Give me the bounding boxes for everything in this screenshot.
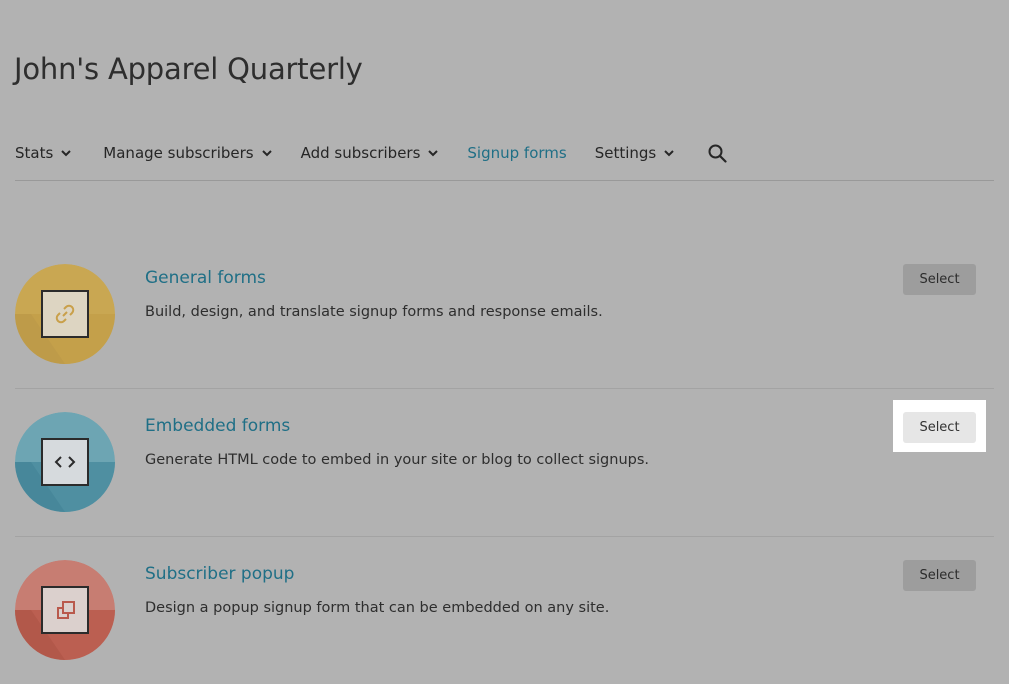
embedded-forms-badge <box>15 412 115 512</box>
nav-stats[interactable]: Stats <box>15 144 72 162</box>
row-divider <box>15 536 994 537</box>
chevron-down-icon <box>428 149 439 157</box>
select-subscriber-popup-button[interactable]: Select <box>903 560 976 591</box>
select-embedded-forms-button[interactable]: Select <box>903 412 976 443</box>
form-option-description: Build, design, and translate signup form… <box>145 304 603 320</box>
select-button-highlight: Select <box>893 400 986 452</box>
link-icon <box>55 304 75 324</box>
form-option-title[interactable]: Embedded forms <box>145 416 290 436</box>
chevron-down-icon <box>664 149 674 157</box>
chevron-down-icon <box>61 149 72 157</box>
code-icon <box>54 454 76 470</box>
nav-manage-subscribers-label: Manage subscribers <box>103 144 254 162</box>
chevron-down-icon <box>261 149 272 157</box>
form-option-title[interactable]: General forms <box>145 268 266 288</box>
nav-settings-label: Settings <box>594 144 657 162</box>
form-option-embedded: Embedded forms Generate HTML code to emb… <box>15 400 994 512</box>
general-forms-badge <box>15 264 115 364</box>
signup-forms-page: John's Apparel Quarterly Stats Manage su… <box>0 0 1009 684</box>
select-general-forms-button[interactable]: Select <box>903 264 976 295</box>
select-button-wrap: Select <box>893 252 986 304</box>
form-option-description: Design a popup signup form that can be e… <box>145 600 610 616</box>
popup-icon <box>55 599 77 621</box>
search-icon[interactable] <box>708 144 727 167</box>
nav-divider <box>15 180 994 181</box>
select-button-wrap: Select <box>893 548 986 600</box>
nav-settings[interactable]: Settings <box>595 144 675 162</box>
nav-add-subscribers[interactable]: Add subscribers <box>301 144 439 162</box>
nav-signup-forms-label: Signup forms <box>467 144 567 162</box>
form-option-title[interactable]: Subscriber popup <box>145 564 294 584</box>
main-nav: Stats Manage subscribers Add subscribers… <box>15 138 674 168</box>
nav-manage-subscribers[interactable]: Manage subscribers <box>103 144 272 162</box>
subscriber-popup-badge <box>15 560 115 660</box>
nav-add-subscribers-label: Add subscribers <box>300 144 421 162</box>
row-divider <box>15 388 994 389</box>
nav-stats-label: Stats <box>15 144 54 162</box>
nav-signup-forms[interactable]: Signup forms <box>467 144 566 162</box>
form-option-popup: Subscriber popup Design a popup signup f… <box>15 560 994 660</box>
page-title: John's Apparel Quarterly <box>14 52 363 86</box>
form-option-general: General forms Build, design, and transla… <box>15 264 994 364</box>
form-option-description: Generate HTML code to embed in your site… <box>145 452 650 468</box>
